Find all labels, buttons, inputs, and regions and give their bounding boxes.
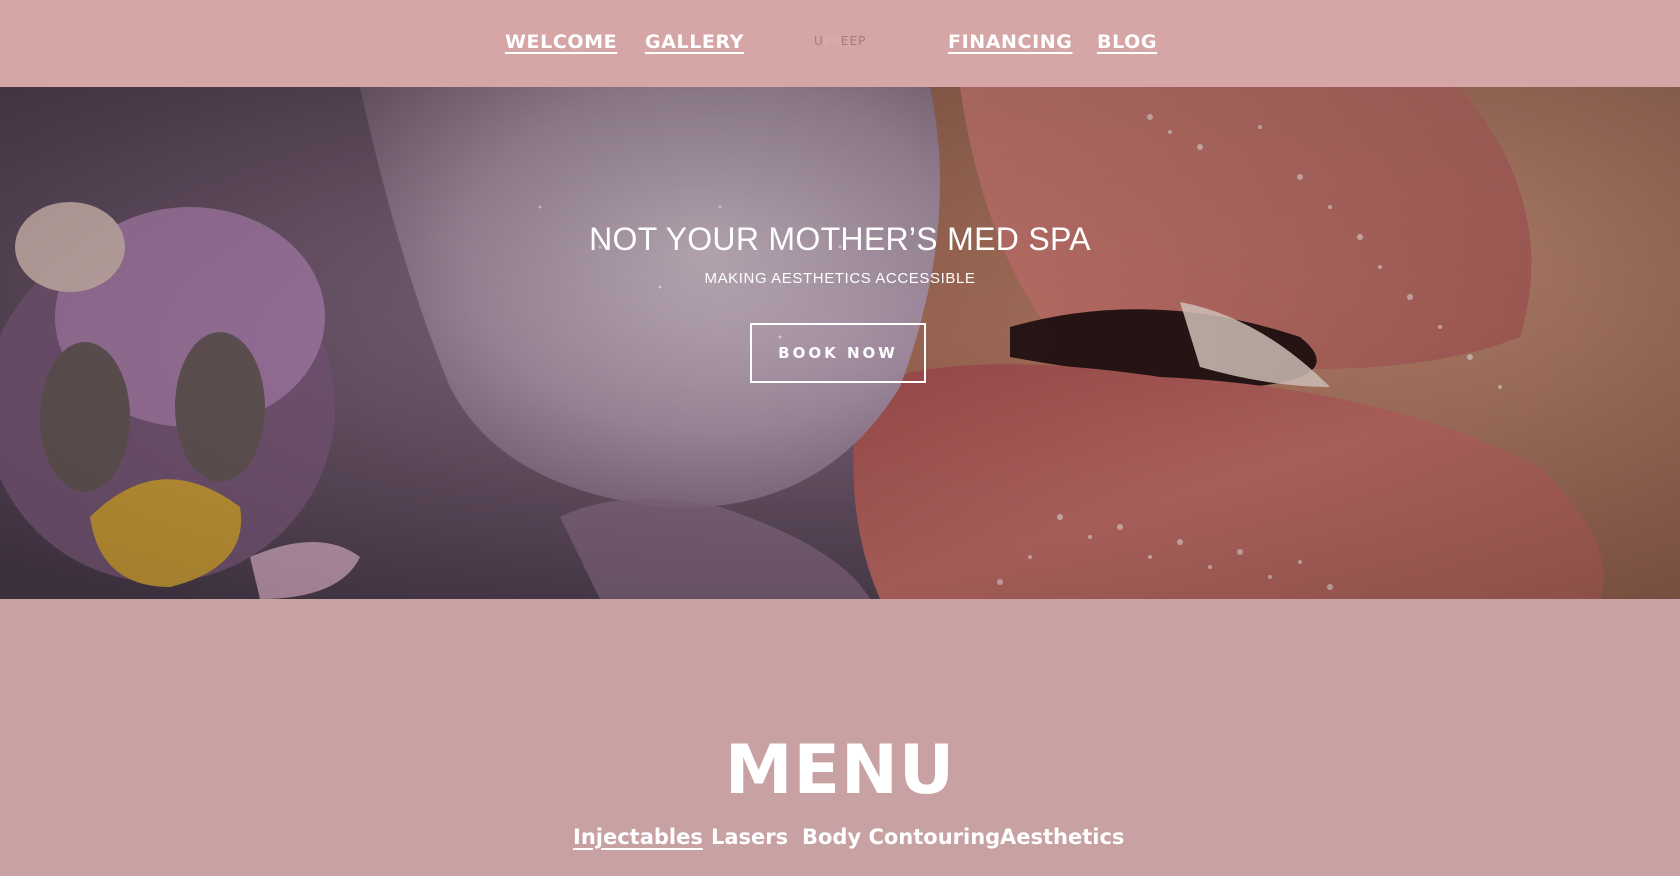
top-navigation: WELCOME GALLERY UPKEEP FINANCING BLOG <box>0 0 1680 87</box>
nav-link-blog[interactable]: BLOG <box>1097 31 1157 53</box>
nav-link-welcome[interactable]: WELCOME <box>505 31 617 53</box>
nav-link-financing[interactable]: FINANCING <box>948 31 1072 53</box>
menu-tab-injectables[interactable]: Injectables <box>573 825 703 849</box>
site-logo[interactable]: UPKEEP <box>814 34 866 48</box>
logo-text-2: PK <box>823 34 841 48</box>
menu-tab-body-contouring[interactable]: Body Contouring <box>802 825 1000 849</box>
logo-text-1: U <box>814 34 824 48</box>
menu-tab-lasers[interactable]: Lasers <box>711 825 788 849</box>
hero-title: NOT YOUR MOTHER’S MED SPA <box>589 221 1091 257</box>
logo-text-3: EEP <box>840 34 867 48</box>
menu-tab-aesthetics[interactable]: Aesthetics <box>1000 825 1124 849</box>
menu-heading: MENU <box>724 731 956 810</box>
hero-banner: NOT YOUR MOTHER’S MED SPA MAKING AESTHET… <box>0 87 1680 599</box>
book-now-button[interactable]: BOOK NOW <box>750 323 926 383</box>
nav-link-gallery[interactable]: GALLERY <box>645 31 744 53</box>
hero-subtitle: MAKING AESTHETICS ACCESSIBLE <box>704 270 976 287</box>
